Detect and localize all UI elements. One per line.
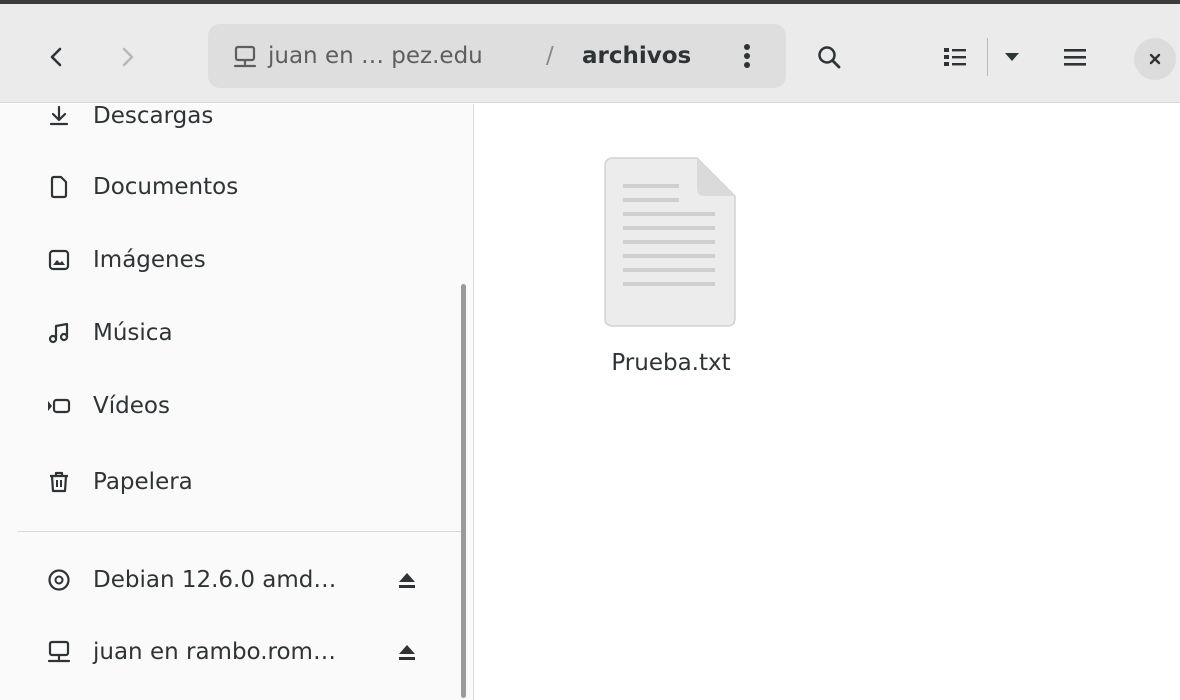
- forward-button[interactable]: [104, 34, 150, 80]
- image-icon: [48, 249, 70, 271]
- main-menu-icon: [1064, 49, 1086, 66]
- file-view: Prueba.txt: [475, 104, 1180, 700]
- close-button[interactable]: [1134, 38, 1176, 80]
- music-icon: [48, 322, 69, 344]
- list-view-button[interactable]: [930, 34, 980, 80]
- optical-disc-icon: [48, 569, 70, 591]
- video-icon: [48, 398, 71, 414]
- document-icon: [50, 175, 68, 199]
- headerbar: juan en … pez.edu / archivos: [0, 4, 1180, 103]
- sidebar-separator: [18, 531, 464, 532]
- close-icon: [1149, 53, 1161, 65]
- path-menu-icon[interactable]: [732, 41, 762, 71]
- sidebar-item-label: Papelera: [93, 469, 193, 495]
- text-file-icon: [604, 157, 736, 327]
- trash-icon: [50, 471, 68, 493]
- sidebar-item-label: Imágenes: [93, 247, 206, 273]
- view-options-button[interactable]: [994, 34, 1030, 80]
- go-forward-icon: [122, 47, 134, 67]
- file-name: Prueba.txt: [611, 350, 731, 376]
- remote-folder-icon: [233, 45, 257, 68]
- file-item-prueba[interactable]: Prueba.txt: [585, 154, 736, 394]
- list-view-icon: [944, 48, 966, 66]
- eject-icon[interactable]: [396, 642, 418, 664]
- sidebar: Descargas Documentos Imágenes Música Víd…: [0, 104, 474, 700]
- sidebar-item-documentos[interactable]: Documentos: [0, 159, 472, 215]
- sidebar-item-label: Música: [93, 320, 173, 346]
- back-button[interactable]: [34, 34, 80, 80]
- go-back-icon: [50, 47, 62, 67]
- sidebar-item-label: Vídeos: [93, 393, 170, 419]
- sidebar-item-papelera[interactable]: Papelera: [0, 454, 472, 510]
- main-menu-button[interactable]: [1052, 34, 1098, 80]
- path-bar: juan en … pez.edu / archivos: [208, 24, 786, 88]
- sidebar-item-descargas[interactable]: Descargas: [0, 104, 472, 144]
- search-button[interactable]: [806, 34, 852, 80]
- path-segment-current[interactable]: archivos: [582, 24, 691, 88]
- sidebar-item-imagenes[interactable]: Imágenes: [0, 232, 472, 288]
- sidebar-item-label: Documentos: [93, 174, 239, 200]
- path-segment-remote[interactable]: juan en … pez.edu: [268, 24, 483, 88]
- search-icon: [818, 46, 841, 69]
- path-separator: /: [546, 43, 554, 69]
- view-button-divider: [987, 38, 988, 76]
- sidebar-item-videos[interactable]: Vídeos: [0, 378, 472, 434]
- sidebar-scrollbar[interactable]: [461, 284, 466, 698]
- sidebar-item-remote-share[interactable]: juan en rambo.rom…: [0, 624, 472, 680]
- sidebar-item-label: juan en rambo.rom…: [93, 639, 336, 665]
- sidebar-item-label: Descargas: [93, 104, 214, 129]
- sidebar-item-debian-disc[interactable]: Debian 12.6.0 amd…: [0, 552, 472, 608]
- download-icon: [49, 105, 69, 126]
- view-options-icon: [1005, 53, 1019, 61]
- remote-folder-icon: [47, 640, 71, 663]
- eject-icon[interactable]: [396, 570, 418, 592]
- sidebar-item-musica[interactable]: Música: [0, 305, 472, 361]
- sidebar-item-label: Debian 12.6.0 amd…: [93, 567, 337, 593]
